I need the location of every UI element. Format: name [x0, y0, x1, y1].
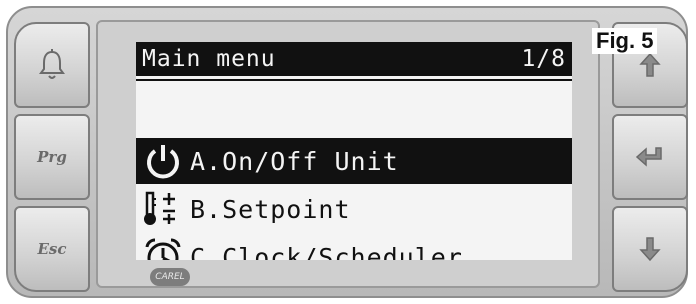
- menu-item-on-off-unit[interactable]: A.On/Off Unit: [136, 138, 572, 184]
- arrow-down-icon: [639, 237, 661, 262]
- menu-item-label: C.Clock/Scheduler: [190, 242, 463, 261]
- menu-item-setpoint[interactable]: B.Setpoint: [136, 186, 572, 232]
- brand-logo: CAREL: [150, 268, 190, 286]
- prg-button[interactable]: Prg: [14, 114, 90, 200]
- page-indicator: 1/8: [521, 46, 566, 72]
- esc-button-label: Esc: [37, 240, 67, 258]
- down-button[interactable]: [612, 206, 688, 292]
- power-icon: [136, 138, 190, 184]
- enter-button[interactable]: [612, 114, 688, 200]
- title-divider: [136, 79, 572, 81]
- menu-item-clock-scheduler[interactable]: C.Clock/Scheduler: [136, 234, 572, 260]
- menu-item-label: B.Setpoint: [190, 194, 351, 224]
- clock-icon: [136, 234, 190, 260]
- lcd-display: Main menu 1/8 A.On/Off Unit B.Setpoint C…: [136, 42, 572, 260]
- setpoint-thermometer-icon: [136, 186, 190, 232]
- menu-item-label: A.On/Off Unit: [190, 146, 399, 176]
- arrow-up-icon: [639, 52, 661, 77]
- brand-logo-text: CAREL: [155, 272, 185, 282]
- esc-button[interactable]: Esc: [14, 206, 90, 292]
- bell-icon: [39, 49, 65, 79]
- enter-arrow-icon: [635, 147, 662, 167]
- alarm-button[interactable]: [14, 22, 90, 108]
- menu-title-bar: Main menu 1/8: [136, 42, 572, 76]
- page-title: Main menu: [142, 46, 276, 72]
- figure-label: Fig. 5: [592, 28, 658, 54]
- prg-button-label: Prg: [37, 148, 67, 166]
